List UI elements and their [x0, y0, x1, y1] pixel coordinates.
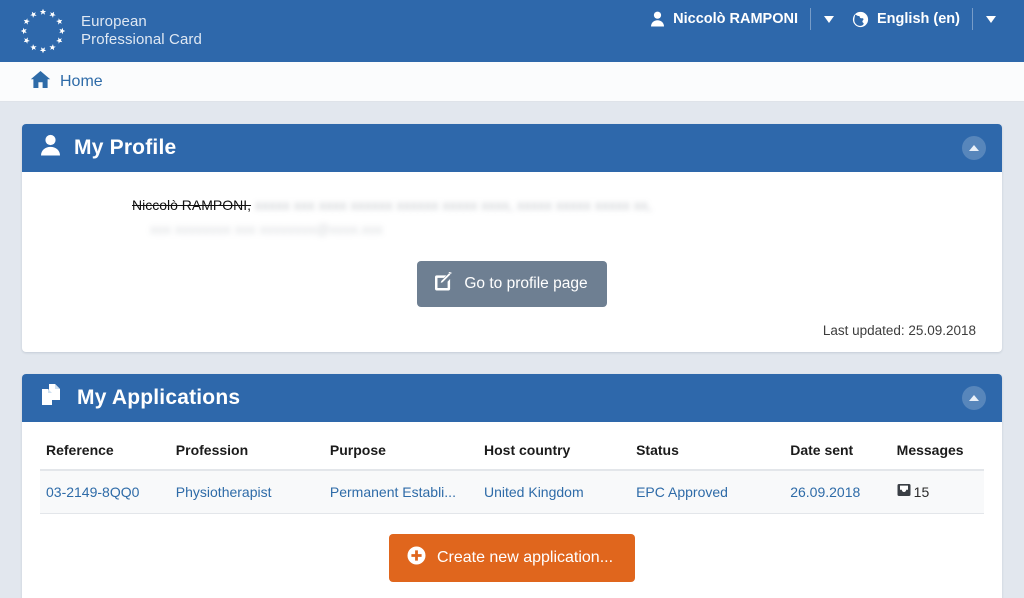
messages-count: 15: [913, 483, 930, 500]
user-menu-label: Niccolò RAMPONI: [646, 11, 810, 27]
cell-status: EPC Approved: [630, 470, 785, 514]
profile-summary-line-2: xxx xxxxxxxx xxx xxxxxxxx@xxxx.xxx: [150, 221, 383, 237]
column-header-messages[interactable]: Messages: [890, 432, 984, 471]
application-host-country-link[interactable]: United Kingdom: [484, 484, 584, 500]
column-header-date-sent[interactable]: Date sent: [784, 432, 891, 471]
person-icon: [650, 11, 665, 27]
edit-square-icon: [434, 271, 453, 296]
go-to-profile-page-button[interactable]: Go to profile page: [417, 261, 607, 307]
my-profile-panel: My Profile Niccolò RAMPONI, xxxxx xxx xx…: [22, 124, 1002, 352]
cell-messages: 15: [890, 470, 984, 514]
user-name: Niccolò RAMPONI: [673, 11, 799, 27]
cell-reference: 03-2149-8QQ0: [40, 470, 170, 514]
applications-table-head: Reference Profession Purpose Host countr…: [40, 432, 984, 471]
my-profile-title: My Profile: [40, 134, 176, 162]
my-profile-body: Niccolò RAMPONI, xxxxx xxx xxxx xxxxxx x…: [22, 172, 1002, 352]
breadcrumb: Home: [0, 62, 1024, 102]
brand-title-line1: European: [81, 13, 147, 30]
brand-logo[interactable]: European Professional Card: [14, 6, 202, 56]
my-applications-title: My Applications: [40, 383, 240, 413]
cell-host-country: United Kingdom: [478, 470, 631, 514]
eu-stars-icon: [14, 6, 72, 56]
plus-circle-icon: [407, 546, 426, 570]
cell-purpose: Permanent Establi...: [323, 470, 478, 514]
language-label: English (en): [877, 11, 960, 27]
my-profile-panel-header: My Profile: [22, 124, 1002, 172]
application-reference-link[interactable]: 03-2149-8QQ0: [46, 484, 139, 500]
site-header: European Professional Card Niccolò RAMPO…: [0, 0, 1024, 62]
brand-title: European Professional Card: [81, 13, 202, 49]
my-applications-title-text: My Applications: [77, 386, 241, 409]
create-new-application-button[interactable]: Create new application...: [388, 534, 636, 582]
column-header-reference[interactable]: Reference: [40, 432, 170, 471]
breadcrumb-item-home[interactable]: Home: [30, 70, 103, 94]
application-profession-link[interactable]: Physiotherapist: [176, 484, 272, 500]
brand-title-line2: Professional Card: [81, 31, 202, 48]
profile-summary-line-1: Niccolò RAMPONI, xxxxx xxx xxxx xxxxxx x…: [132, 195, 980, 215]
caret-down-icon: [986, 15, 996, 23]
user-menu-toggle[interactable]: [810, 8, 848, 30]
profile-name: Niccolò RAMPONI,: [132, 197, 252, 213]
language-menu-toggle[interactable]: [972, 8, 1010, 30]
application-status-link[interactable]: EPC Approved: [636, 484, 728, 500]
profile-button-row: Go to profile page: [44, 261, 980, 307]
user-menu[interactable]: Niccolò RAMPONI: [646, 6, 848, 32]
table-header-row: Reference Profession Purpose Host countr…: [40, 432, 984, 471]
header-utility-nav: Niccolò RAMPONI English (en): [646, 4, 1010, 34]
cell-date-sent: 26.09.2018: [784, 470, 891, 514]
application-purpose-link[interactable]: Permanent Establi...: [330, 484, 456, 500]
column-header-host-country[interactable]: Host country: [478, 432, 631, 471]
person-icon: [40, 134, 61, 162]
column-header-status[interactable]: Status: [630, 432, 785, 471]
profile-redacted-details: xxxxx xxx xxxx xxxxxx xxxxxx xxxxx xxxx,…: [254, 197, 652, 213]
profile-summary: Niccolò RAMPONI, xxxxx xxx xxxx xxxxxx x…: [44, 190, 980, 239]
my-applications-collapse-button[interactable]: [962, 386, 986, 410]
inbox-icon: [897, 483, 911, 500]
page-content: My Profile Niccolò RAMPONI, xxxxx xxx xx…: [0, 102, 1024, 598]
application-date-sent-link[interactable]: 26.09.2018: [790, 484, 860, 500]
table-row[interactable]: 03-2149-8QQ0 Physiotherapist Permanent E…: [40, 470, 984, 514]
my-applications-panel: My Applications Reference Profession Pur…: [22, 374, 1002, 598]
my-profile-title-text: My Profile: [74, 136, 177, 159]
home-icon: [30, 70, 51, 94]
applications-table-body: 03-2149-8QQ0 Physiotherapist Permanent E…: [40, 470, 984, 514]
cell-profession: Physiotherapist: [169, 470, 324, 514]
globe-icon: [852, 11, 869, 28]
documents-icon: [40, 383, 64, 413]
create-application-row: Create new application...: [40, 534, 984, 582]
column-header-profession[interactable]: Profession: [169, 432, 324, 471]
create-new-application-label: Create new application...: [436, 549, 614, 566]
language-menu-label: English (en): [848, 11, 972, 28]
applications-table: Reference Profession Purpose Host countr…: [40, 432, 984, 514]
chevron-up-icon: [969, 144, 979, 151]
profile-last-updated: Last updated: 25.09.2018: [822, 323, 976, 338]
go-to-profile-page-label: Go to profile page: [464, 275, 588, 292]
language-menu[interactable]: English (en): [848, 6, 1010, 32]
column-header-purpose[interactable]: Purpose: [323, 432, 478, 471]
caret-down-icon: [824, 15, 835, 23]
messages-badge[interactable]: 15: [897, 483, 978, 500]
breadcrumb-label-home: Home: [60, 72, 103, 90]
my-applications-panel-header: My Applications: [22, 374, 1002, 422]
chevron-up-icon: [969, 394, 979, 401]
my-profile-collapse-button[interactable]: [962, 136, 986, 160]
my-applications-body: Reference Profession Purpose Host countr…: [22, 422, 1002, 598]
